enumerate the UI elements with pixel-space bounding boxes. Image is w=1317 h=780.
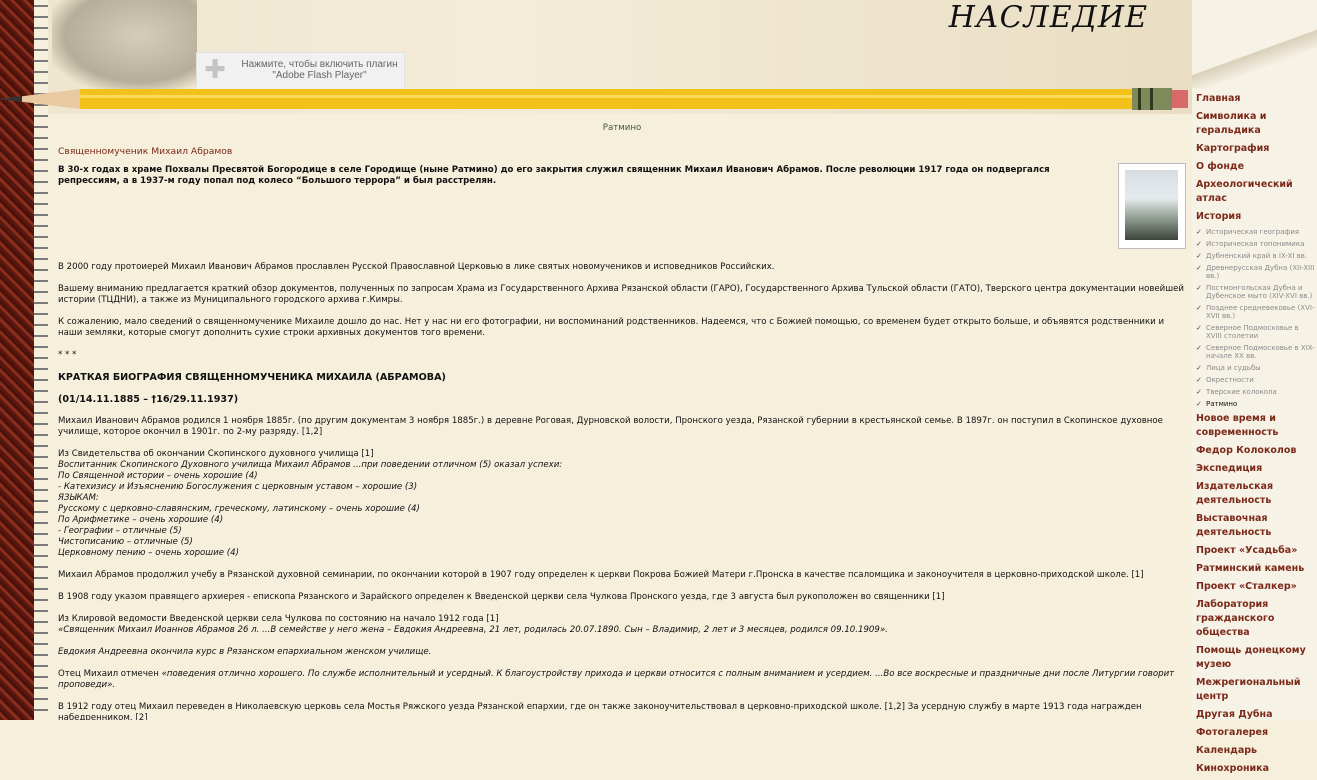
- breadcrumb[interactable]: Ратмино: [58, 123, 1186, 134]
- nav-sub-item[interactable]: Окрестности: [1196, 376, 1316, 384]
- nav-sub-item[interactable]: Древнерусская Дубна (XII-XIII вв.): [1196, 264, 1316, 280]
- article-content: Ратмино Священномученик Михаил Абрамов В…: [58, 114, 1186, 720]
- nav-sub-item[interactable]: Дубненский край в IX-XI вв.: [1196, 252, 1316, 260]
- nav-item[interactable]: Федор Колоколов: [1196, 444, 1316, 458]
- nav-item[interactable]: Выставочная деятельность: [1196, 512, 1316, 540]
- paragraph: В 2000 году протоиерей Михаил Иванович А…: [58, 262, 775, 272]
- section-heading: КРАТКАЯ БИОГРАФИЯ СВЯЩЕННОМУЧЕНИКА МИХАИ…: [58, 372, 446, 383]
- quote-line: ЯЗЫКАМ:: [58, 493, 99, 503]
- quote-line: - Географии – отличные (5): [58, 526, 182, 536]
- nav-sub-item[interactable]: Лица и судьбы: [1196, 364, 1316, 372]
- sidebar-nav: Главная Символика и геральдика Картограф…: [1196, 90, 1316, 780]
- nav-item[interactable]: Кинохроника: [1196, 762, 1316, 776]
- nav-sub-item[interactable]: Северное Подмосковье в XVIII столетии: [1196, 324, 1316, 340]
- nav-item-symbols[interactable]: Символика и геральдика: [1196, 110, 1316, 138]
- nav-item[interactable]: Ратминский камень: [1196, 562, 1316, 576]
- nav-item[interactable]: Проект «Сталкер»: [1196, 580, 1316, 594]
- paragraph: К сожалению, мало сведений о священномуч…: [58, 317, 1165, 338]
- flash-plugin-placeholder[interactable]: ✚ Нажмите, чтобы включить плагин "Adobe …: [196, 52, 405, 90]
- quote-line: - Катехизису и Изъяснению Богослужения с…: [58, 482, 418, 492]
- pencil-decoration: [0, 88, 1188, 110]
- church-photo[interactable]: [1118, 163, 1186, 249]
- nav-item[interactable]: Экспедиция: [1196, 462, 1316, 476]
- paragraph: Из Свидетельства об окончании Скопинског…: [58, 449, 374, 459]
- flash-text-line2: "Adobe Flash Player": [272, 70, 367, 81]
- nav-item-home[interactable]: Главная: [1196, 92, 1316, 106]
- nav-item[interactable]: Издательская деятельность: [1196, 480, 1316, 508]
- paragraph: Отец Михаил отмечен «поведения отлично х…: [58, 669, 1175, 690]
- nav-item-history[interactable]: История: [1196, 210, 1316, 224]
- quote-line: «Священник Михаил Иоаннов Абрамов 26 л. …: [58, 625, 888, 635]
- separator-stars: * * *: [58, 350, 77, 360]
- nav-sub-item[interactable]: Историческая география: [1196, 228, 1316, 236]
- section-dates: (01/14.11.1885 – †16/29.11.1937): [58, 394, 239, 405]
- article-lead: В 30-х годах в храме Похвалы Пресвятой Б…: [58, 165, 1050, 186]
- nav-item-archaeology[interactable]: Археологический атлас: [1196, 178, 1316, 206]
- paragraph: В 1912 году отец Михаил переведен в Нико…: [58, 702, 1142, 720]
- quote-line: Русскому с церковно-славянским, греческо…: [58, 504, 420, 514]
- quote-line: Евдокия Андреевна окончила курс в Рязанс…: [58, 647, 432, 657]
- nav-item[interactable]: Новое время и современность: [1196, 412, 1316, 440]
- nav-item-cartography[interactable]: Картография: [1196, 142, 1316, 156]
- nav-sub-item[interactable]: Постмонгольская Дубна и Дубенское мыто (…: [1196, 284, 1316, 300]
- pencil-eraser: [1172, 90, 1188, 108]
- nav-sub-item[interactable]: Тверские колокола: [1196, 388, 1316, 396]
- header-vintage-photo: [52, 0, 197, 90]
- quote-line: Воспитанник Скопинского Духовного училищ…: [58, 460, 563, 470]
- nav-item[interactable]: Лаборатория гражданского общества: [1196, 598, 1316, 640]
- paragraph: Михаил Абрамов продолжил учебу в Рязанск…: [58, 570, 1144, 580]
- nav-item[interactable]: Помощь донецкому музею: [1196, 644, 1316, 672]
- church-image: [1125, 170, 1178, 240]
- pencil-body: [80, 89, 1132, 109]
- nav-sub-item-current[interactable]: Ратмино: [1196, 400, 1316, 408]
- site-logo[interactable]: НАСЛЕДИЕ: [949, 0, 1148, 35]
- sidebar: Главная Символика и геральдика Картограф…: [1192, 88, 1317, 774]
- certificate-quote: Воспитанник Скопинского Духовного училищ…: [58, 460, 1186, 559]
- nav-item[interactable]: Проект «Усадьба»: [1196, 544, 1316, 558]
- page-title: Священномученик Михаил Абрамов: [58, 146, 233, 157]
- nav-item[interactable]: Межрегиональный центр: [1196, 676, 1316, 704]
- quote-line: По Арифметике – очень хорошие (4): [58, 515, 224, 525]
- paragraph: Михаил Иванович Абрамов родился 1 ноября…: [58, 416, 1163, 437]
- pencil-lead: [0, 96, 22, 102]
- nav-item[interactable]: Фотогалерея: [1196, 726, 1316, 740]
- nav-item-about[interactable]: О фонде: [1196, 160, 1316, 174]
- paragraph: Вашему вниманию предлагается краткий обз…: [58, 284, 1184, 305]
- puzzle-icon: ✚: [204, 55, 226, 85]
- quote-line: Церковному пению – очень хорошие (4): [58, 548, 239, 558]
- page-curl-corner: [1192, 0, 1317, 90]
- flash-text-line1: Нажмите, чтобы включить плагин: [241, 59, 398, 70]
- paragraph: Из Клировой ведомости Введенской церкви …: [58, 614, 499, 624]
- paragraph: В 1908 году указом правящего архиерея - …: [58, 592, 945, 602]
- nav-sub-item[interactable]: Позднее средневековье (XVI-XVII вв.): [1196, 304, 1316, 320]
- nav-sub-item[interactable]: Историческая топонимика: [1196, 240, 1316, 248]
- quote-line: По Священной истории – очень хорошие (4): [58, 471, 258, 481]
- nav-item[interactable]: Календарь: [1196, 744, 1316, 758]
- quote-line: Чистописанию – отличные (5): [58, 537, 193, 547]
- nav-sub-item[interactable]: Северное Подмосковье в XIX-начале XX вв.: [1196, 344, 1316, 360]
